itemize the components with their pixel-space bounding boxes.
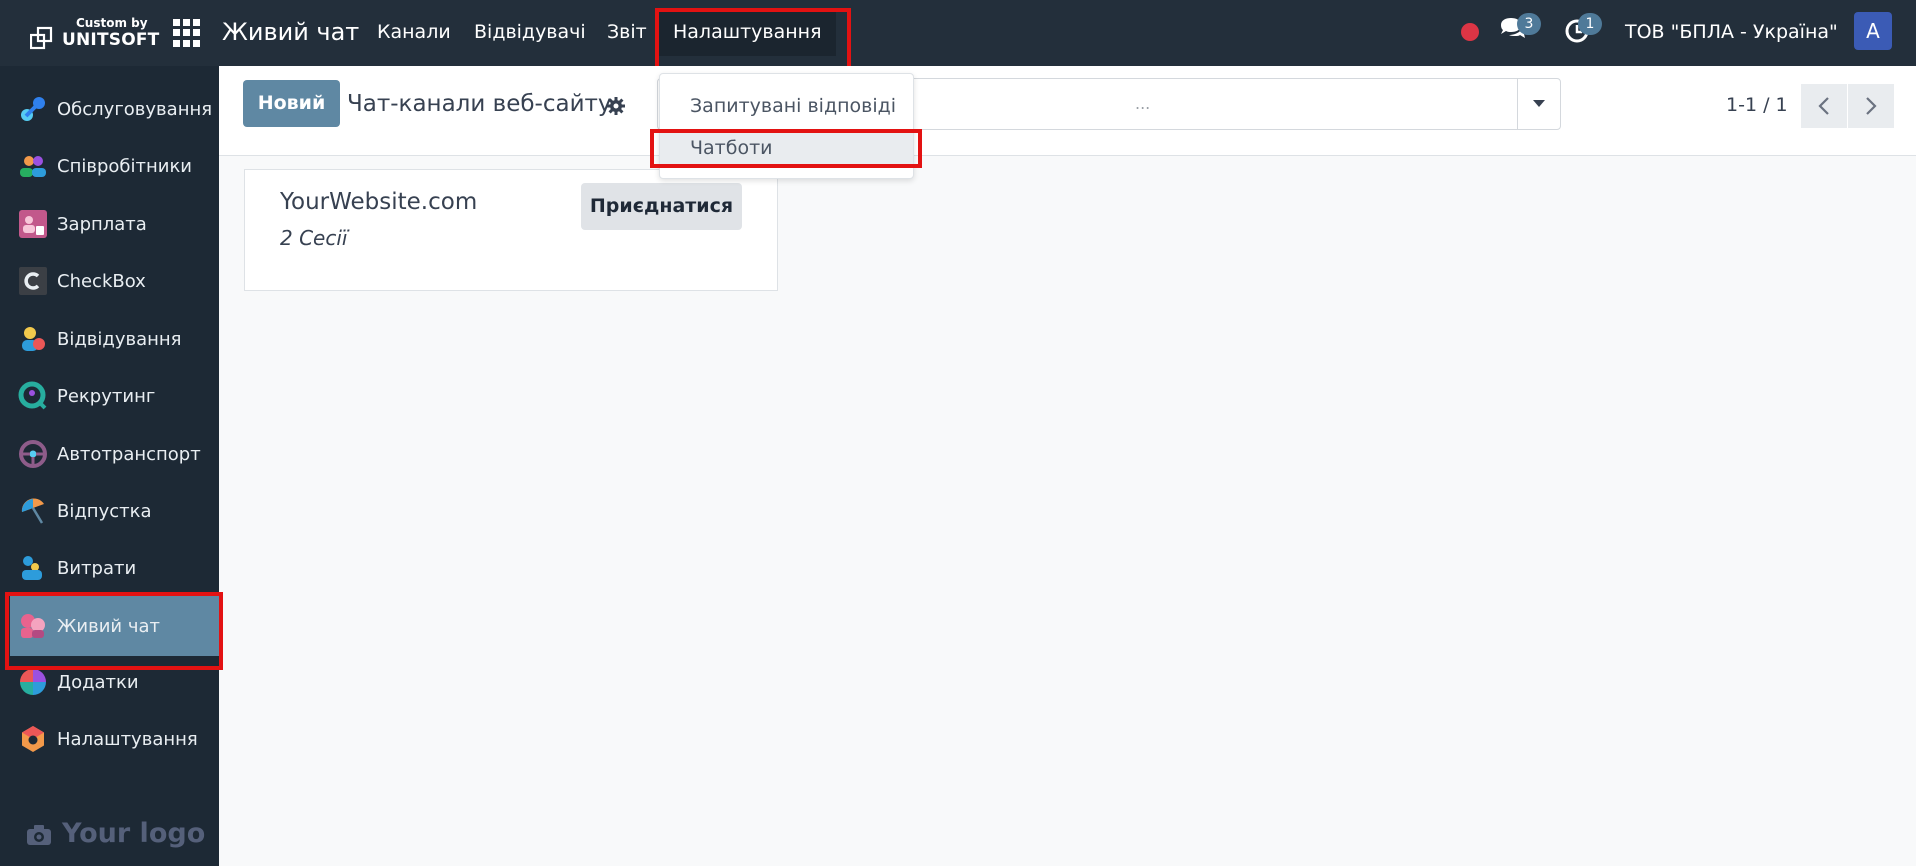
sidebar-item-employees[interactable]: Співробітники bbox=[0, 138, 219, 194]
recruitment-icon bbox=[18, 381, 47, 410]
sidebar-item-label: Живий чат bbox=[57, 615, 160, 637]
chevron-left-icon bbox=[1818, 97, 1829, 115]
control-panel: Новий Чат-канали веб-сайту ... 1-1 / 1 bbox=[219, 66, 1916, 156]
wrench-icon bbox=[21, 97, 45, 121]
footer-logo-text: Your logo bbox=[62, 818, 206, 849]
search-placeholder: ... bbox=[1135, 94, 1151, 113]
app-title[interactable]: Живий чат bbox=[222, 18, 359, 46]
page-title: Чат-канали веб-сайту bbox=[347, 91, 612, 117]
company-switcher[interactable]: ТОВ "БПЛА - Україна" bbox=[1625, 21, 1838, 43]
apps-pie-icon bbox=[20, 669, 46, 695]
checkbox-c-icon bbox=[19, 267, 47, 295]
menu-report[interactable]: Звіт bbox=[607, 21, 647, 43]
dropdown-item-chatbots[interactable]: Чатботи bbox=[660, 130, 913, 166]
channel-card[interactable]: YourWebsite.com 2 Сесії Приєднатися bbox=[244, 169, 778, 291]
steering-wheel-icon bbox=[19, 440, 47, 468]
sidebar-item-recruitment[interactable]: Рекрутинг bbox=[0, 368, 219, 424]
pager-value[interactable]: 1-1 / 1 bbox=[1726, 94, 1788, 116]
sidebar-item-attendance[interactable]: Відвідування bbox=[0, 311, 219, 367]
payroll-icon bbox=[19, 210, 47, 238]
sidebar-item-label: Додатки bbox=[57, 671, 139, 693]
live-chat-icon bbox=[21, 614, 45, 638]
settings-hex-icon bbox=[22, 726, 44, 752]
sidebar-item-live-chat[interactable]: Живий чат bbox=[10, 596, 219, 656]
configuration-dropdown: Запитувані відповіді Чатботи bbox=[659, 73, 914, 179]
sidebar-item-label: CheckBox bbox=[57, 270, 146, 292]
sidebar-item-label: Зарплата bbox=[57, 213, 147, 235]
sidebar-item-expenses[interactable]: Витрати bbox=[0, 540, 219, 596]
attendance-icon bbox=[22, 327, 45, 351]
menu-channels[interactable]: Канали bbox=[377, 21, 451, 43]
sidebar-item-label: Відпустка bbox=[57, 500, 152, 522]
sidebar-item-label: Співробітники bbox=[57, 155, 193, 177]
chevron-right-icon bbox=[1866, 97, 1877, 115]
sidebar-item-label: Налаштування bbox=[57, 728, 198, 750]
brand-name: UNITSOFT bbox=[62, 30, 160, 50]
brand-caption: Custom by bbox=[76, 16, 148, 30]
channel-sessions: 2 Сесії bbox=[280, 226, 348, 250]
sidebar-item-label: Автотранспорт bbox=[57, 443, 201, 465]
employees-icon bbox=[20, 156, 46, 177]
sidebar-item-label: Рекрутинг bbox=[57, 385, 156, 407]
top-navbar: Custom by UNITSOFT Живий чат Канали Відв… bbox=[0, 0, 1916, 66]
sidebar-item-settings[interactable]: Налаштування bbox=[0, 711, 219, 767]
sidebar-item-fleet[interactable]: Автотранспорт bbox=[0, 426, 219, 482]
status-indicator[interactable] bbox=[1461, 23, 1479, 41]
sidebar-item-payroll[interactable]: Зарплата bbox=[0, 196, 219, 252]
pager-previous-button[interactable] bbox=[1801, 84, 1847, 128]
dropdown-item-canned-responses[interactable]: Запитувані відповіді bbox=[660, 88, 913, 124]
expenses-icon bbox=[22, 556, 42, 580]
apps-grid-icon[interactable] bbox=[173, 19, 201, 47]
pager-next-button[interactable] bbox=[1848, 84, 1894, 128]
sidebar-item-time-off[interactable]: Відпустка bbox=[0, 483, 219, 539]
menu-visitors[interactable]: Відвідувачі bbox=[474, 21, 586, 43]
gear-icon[interactable] bbox=[606, 96, 626, 116]
user-avatar[interactable]: A bbox=[1854, 12, 1892, 50]
camera-icon bbox=[27, 825, 51, 845]
join-button[interactable]: Приєднатися bbox=[581, 183, 742, 230]
sidebar-item-checkbox[interactable]: CheckBox bbox=[0, 253, 219, 309]
sidebar-item-apps[interactable]: Додатки bbox=[0, 654, 219, 710]
umbrella-icon bbox=[21, 498, 44, 524]
sidebar-item-label: Відвідування bbox=[57, 328, 182, 350]
channel-name: YourWebsite.com bbox=[280, 189, 478, 215]
activity-badge: 1 bbox=[1578, 13, 1602, 35]
app-sidebar: Обслуговування Співробітники Зарплата Ch… bbox=[0, 66, 219, 866]
sidebar-item-maintenance[interactable]: Обслуговування bbox=[0, 81, 219, 137]
messages-badge: 3 bbox=[1517, 13, 1541, 35]
sidebar-item-label: Обслуговування bbox=[57, 98, 213, 120]
menu-configuration[interactable]: Налаштування bbox=[659, 10, 836, 56]
brand-logo[interactable]: Custom by UNITSOFT bbox=[30, 14, 159, 54]
unitsoft-logo-icon bbox=[30, 26, 53, 50]
new-button[interactable]: Новий bbox=[243, 80, 340, 127]
search-options-toggle[interactable] bbox=[1517, 79, 1560, 129]
sidebar-item-label: Витрати bbox=[57, 557, 137, 579]
